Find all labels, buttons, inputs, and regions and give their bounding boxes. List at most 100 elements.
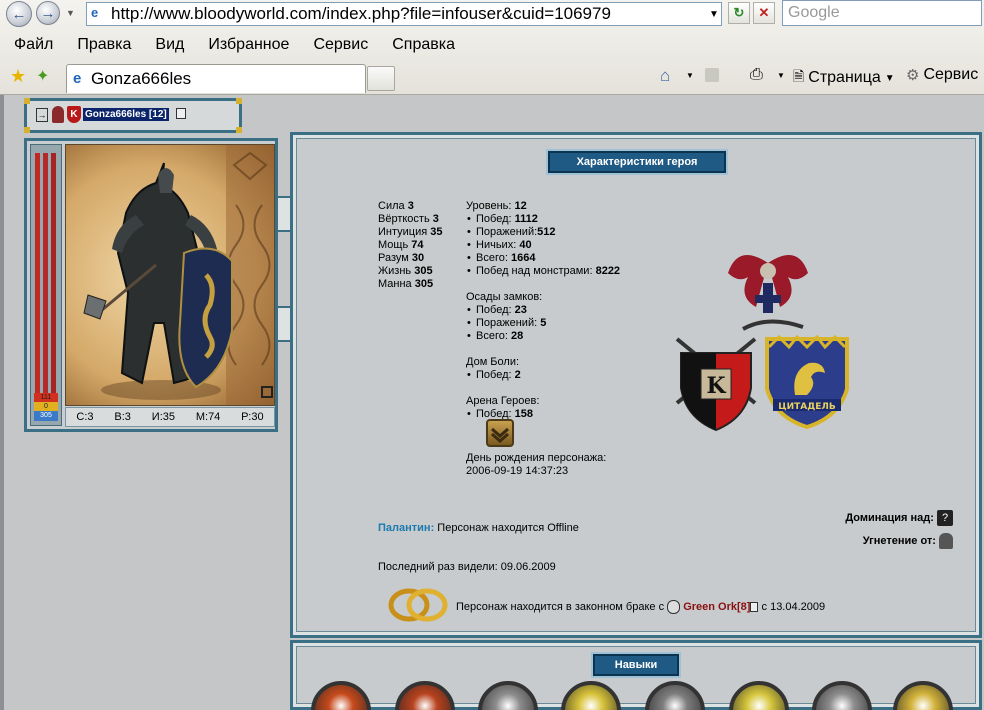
menu-favorites[interactable]: Избранное xyxy=(208,36,289,54)
citadel-emblem[interactable]: ЦИТАДЕЛЬ xyxy=(759,333,855,429)
menu-help[interactable]: Справка xyxy=(392,36,455,54)
dragon-emblem-icon xyxy=(728,255,808,331)
marriage-row: Персонаж находится в законном браке с Gr… xyxy=(456,600,825,614)
clan-k-emblem[interactable]: K xyxy=(671,333,761,433)
skill-medal-icon[interactable] xyxy=(729,681,789,710)
stat-strength: С:3 xyxy=(76,411,94,423)
attr-mind: Разум 30 xyxy=(378,252,425,264)
back-button[interactable]: ← xyxy=(6,1,32,27)
attr-intuition: Интуиция 35 xyxy=(378,226,443,238)
clan-emblem-icon[interactable]: K xyxy=(67,106,81,123)
feeds-icon[interactable] xyxy=(705,68,719,82)
address-dropdown-icon[interactable]: ▼ xyxy=(703,3,725,25)
battles-losses: Поражений:512 xyxy=(466,226,696,239)
menu-view[interactable]: Вид xyxy=(155,36,184,54)
tools-menu-button[interactable]: ⚙ Сервис xyxy=(906,66,978,84)
palantir-label: Палантин: xyxy=(378,522,435,534)
skills-panel: Навыки xyxy=(290,640,982,710)
sieges-list: Побед: 23 Поражений: 5 Всего: 28 xyxy=(466,304,696,343)
domination-row: Доминация над: ? xyxy=(703,510,953,526)
private-message-icon[interactable] xyxy=(176,108,186,119)
print-dropdown-icon[interactable]: ▼ xyxy=(777,71,785,80)
spouse-info-icon[interactable] xyxy=(750,602,759,612)
birthday-block: День рождения персонажа: 2006-09-19 14:3… xyxy=(466,452,606,478)
skill-medal-icon[interactable] xyxy=(561,681,621,710)
attr-strength: Сила 3 xyxy=(378,200,414,212)
stat-power: М:74 xyxy=(195,411,221,423)
skill-medal-icon[interactable] xyxy=(645,681,705,710)
marriage-text: Персонаж находится в законном браке с xyxy=(456,600,665,613)
arena-badge-icon[interactable] xyxy=(486,419,514,447)
birthday-label: День рождения персонажа: xyxy=(466,452,607,464)
palantir-row: Палантин: Персонаж находится Offline xyxy=(378,522,579,535)
sieges-total: Всего: 28 xyxy=(466,330,696,343)
home-icon[interactable]: ⌂ xyxy=(660,66,670,86)
menu-tools[interactable]: Сервис xyxy=(313,36,368,54)
skill-medal-icon[interactable] xyxy=(395,681,455,710)
arena-label: Арена Героев: xyxy=(466,395,540,407)
race-icon xyxy=(52,106,64,123)
pain-label: Дом Боли: xyxy=(466,356,520,368)
stat-intuition: И:35 xyxy=(151,411,175,423)
attr-life: Жизнь 305 xyxy=(378,265,433,277)
panel-title: Характеристики героя xyxy=(548,151,726,173)
print-icon[interactable]: ⎙ xyxy=(750,66,763,84)
battles-draws: Ничьих: 40 xyxy=(466,239,696,252)
sieges-losses: Поражений: 5 xyxy=(466,317,696,330)
tab-gonza666les[interactable]: e Gonza666les xyxy=(66,64,366,93)
gear-icon: ⚙ xyxy=(906,67,920,84)
question-icon[interactable]: ? xyxy=(937,510,953,526)
mana-value: 305 xyxy=(34,411,58,421)
stamina-bar xyxy=(43,153,48,393)
birthday-value: 2006-09-19 14:37:23 xyxy=(466,465,569,477)
spouse-name[interactable]: Green Ork[8] xyxy=(683,601,750,613)
new-tab-button[interactable] xyxy=(367,66,395,91)
stat-mind: Р:30 xyxy=(241,411,264,423)
tools-menu-label: Сервис xyxy=(923,66,979,83)
skill-medal-icon[interactable] xyxy=(812,681,872,710)
vitals-bars: 111 0 305 xyxy=(30,144,62,426)
palantir-status: Персонаж находится Offline xyxy=(437,522,579,534)
address-text: http://www.bloodyworld.com/index.php?fil… xyxy=(111,4,611,23)
skills-title: Навыки xyxy=(593,654,679,676)
battles-list: Побед: 1112 Поражений:512 Ничьих: 40 Все… xyxy=(466,213,696,278)
attributes-list: Сила 3 Вёрткость 3 Интуиция 35 Мощь 74 Р… xyxy=(378,200,443,291)
page-menu-label: Страница xyxy=(808,69,881,86)
energy-value: 0 xyxy=(34,402,58,411)
hero-short-stats: С:3 В:3 И:35 М:74 Р:30 xyxy=(65,407,275,427)
domination-label: Доминация над: xyxy=(845,511,934,524)
svg-text:K: K xyxy=(706,373,726,399)
skill-medal-icon[interactable] xyxy=(478,681,538,710)
oppression-row: Угнетение от: xyxy=(703,533,953,549)
nick-bar: → K Gonza666les [12] xyxy=(24,98,242,133)
attr-agility: Вёрткость 3 xyxy=(378,213,439,225)
address-bar[interactable]: e http://www.bloodyworld.com/index.php?f… xyxy=(86,2,722,26)
page-menu-button[interactable]: 🗎 Страница ▼ xyxy=(793,66,895,90)
stop-icon[interactable]: ✕ xyxy=(753,2,775,24)
pain-list: Побед: 2 xyxy=(466,369,696,382)
menu-edit[interactable]: Правка xyxy=(77,36,131,54)
skill-medal-icon[interactable] xyxy=(893,681,953,710)
history-dropdown-icon[interactable]: ▼ xyxy=(66,8,75,18)
hp-bar xyxy=(35,153,40,393)
sieges-label: Осады замков: xyxy=(466,291,543,303)
wolf-icon[interactable] xyxy=(939,533,953,549)
marriage-date: с 13.04.2009 xyxy=(761,600,826,613)
hero-card: 111 0 305 С:3 В:3 И:35 М:74 Р:30 xyxy=(24,138,278,432)
skill-medal-icon[interactable] xyxy=(311,681,371,710)
sieges-wins: Побед: 23 xyxy=(466,304,696,317)
forward-button[interactable]: → xyxy=(36,1,60,25)
stat-agility: В:3 xyxy=(114,411,131,423)
attr-mana: Манна 305 xyxy=(378,278,434,290)
pain-wins: Побед: 2 xyxy=(466,369,696,382)
menu-file[interactable]: Файл xyxy=(14,36,53,54)
info-icon[interactable]: → xyxy=(36,108,48,122)
search-input[interactable]: Google xyxy=(782,0,982,26)
home-dropdown-icon[interactable]: ▼ xyxy=(686,71,694,80)
refresh-icon[interactable]: ↻ xyxy=(728,2,750,24)
favorites-star-icon[interactable]: ★ xyxy=(10,66,26,87)
add-favorite-icon[interactable]: ✦ xyxy=(36,66,49,86)
oppression-label: Угнетение от: xyxy=(862,534,936,547)
last-seen: Последний раз видели: 09.06.2009 xyxy=(378,561,556,573)
left-border xyxy=(0,95,4,710)
